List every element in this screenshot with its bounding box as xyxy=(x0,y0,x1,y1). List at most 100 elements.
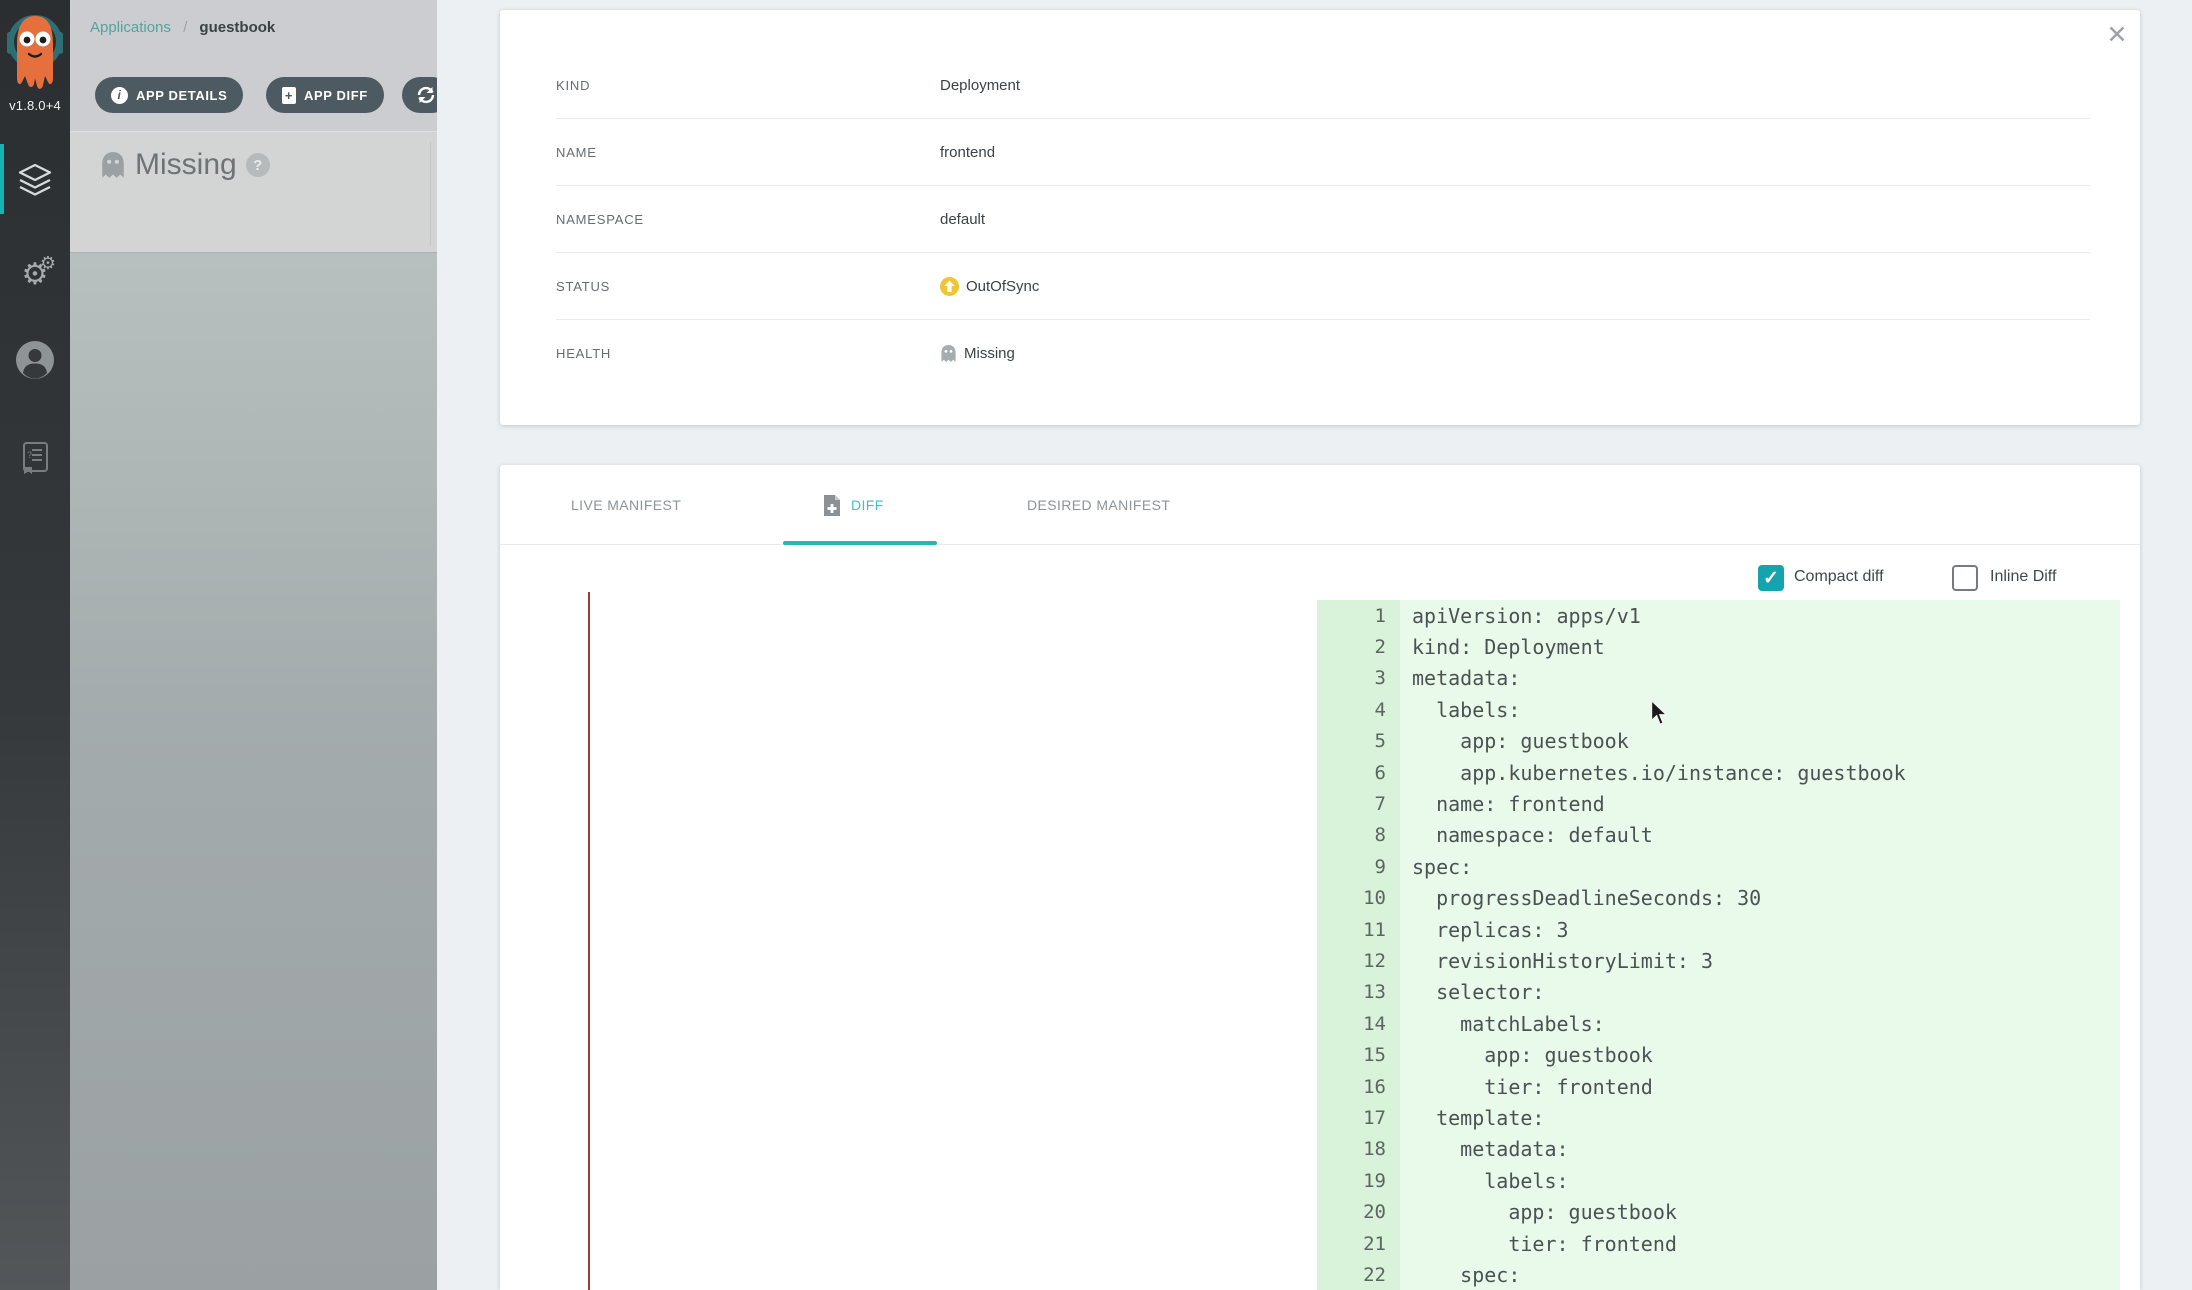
row-label: STATUS xyxy=(556,279,940,294)
diff-line: 7 name: frontend xyxy=(1317,788,2120,819)
sync-icon xyxy=(415,84,437,106)
diff-line: 21 tier: frontend xyxy=(1317,1228,2120,1259)
line-number: 2 xyxy=(1317,636,1400,658)
line-content: app.kubernetes.io/instance: guestbook xyxy=(1400,761,1906,785)
argocd-screen: v1.8.0+4 ⚙ ⚙ ? xyxy=(0,0,2192,1290)
breadcrumb: Applications / guestbook xyxy=(90,19,275,36)
tab-label: DESIRED MANIFEST xyxy=(1027,497,1170,513)
mouse-cursor xyxy=(1650,700,1668,726)
version-label: v1.8.0+4 xyxy=(0,98,70,113)
sidebar-item-settings[interactable]: ⚙ ⚙ xyxy=(0,252,70,296)
info-icon: i xyxy=(111,87,128,104)
diff-line: 5 app: guestbook xyxy=(1317,726,2120,757)
inline-diff-checkbox[interactable] xyxy=(1952,565,1978,591)
line-content: metadata: xyxy=(1400,666,1520,690)
line-content: labels: xyxy=(1400,1169,1569,1193)
sidebar-item-user[interactable] xyxy=(0,340,70,380)
background-content-area xyxy=(70,253,437,1290)
app-details-button[interactable]: i APP DETAILS xyxy=(95,77,243,113)
inline-diff-label: Inline Diff xyxy=(1990,568,2056,586)
row-value: Missing xyxy=(940,344,1015,363)
diff-line: 19 labels: xyxy=(1317,1165,2120,1196)
app-details-label: APP DETAILS xyxy=(136,88,227,103)
summary-row-health: HEALTH Missing xyxy=(556,320,2090,387)
background-page: Applications / guestbook i APP DETAILS +… xyxy=(70,0,437,1290)
line-number: 16 xyxy=(1317,1076,1400,1098)
line-content: namespace: default xyxy=(1400,823,1653,847)
argo-logo xyxy=(7,6,63,98)
app-health-status: Missing xyxy=(135,148,237,182)
line-number: 4 xyxy=(1317,699,1400,721)
row-value: OutOfSync xyxy=(940,277,1039,296)
layers-icon xyxy=(15,160,55,200)
diff-line: 20 app: guestbook xyxy=(1317,1196,2120,1227)
line-content: metadata: xyxy=(1400,1137,1569,1161)
sidebar: v1.8.0+4 ⚙ ⚙ ? xyxy=(0,0,70,1290)
sidebar-item-applications[interactable] xyxy=(0,158,70,202)
line-content: app: guestbook xyxy=(1400,1043,1653,1067)
summary-row-status: STATUS OutOfSync xyxy=(556,253,2090,320)
row-label: NAMESPACE xyxy=(556,212,940,227)
line-content: progressDeadlineSeconds: 30 xyxy=(1400,886,1761,910)
diff-line: 6 app.kubernetes.io/instance: guestbook xyxy=(1317,757,2120,788)
line-content: app: guestbook xyxy=(1400,729,1629,753)
diff-line: 10 progressDeadlineSeconds: 30 xyxy=(1317,883,2120,914)
diff-options: ✓ Compact diff Inline Diff xyxy=(500,565,2140,593)
tab-desired-manifest[interactable]: DESIRED MANIFEST xyxy=(1027,465,1170,545)
diff-line: 18 metadata: xyxy=(1317,1134,2120,1165)
sidebar-item-docs[interactable]: ? xyxy=(0,438,70,478)
line-number: 22 xyxy=(1317,1264,1400,1286)
file-diff-icon: + xyxy=(282,87,296,104)
line-content: spec: xyxy=(1400,1263,1520,1287)
breadcrumb-applications[interactable]: Applications xyxy=(90,19,171,36)
line-number: 6 xyxy=(1317,762,1400,784)
diff-line: 14 matchLabels: xyxy=(1317,1008,2120,1039)
line-number: 20 xyxy=(1317,1201,1400,1223)
close-icon[interactable]: ✕ xyxy=(2100,18,2134,52)
diff-removed-marker xyxy=(588,592,590,1290)
diff-line: 11 replicas: 3 xyxy=(1317,914,2120,945)
line-content: revisionHistoryLimit: 3 xyxy=(1400,949,1713,973)
panel-divider xyxy=(430,142,431,246)
help-icon[interactable]: ? xyxy=(246,153,270,177)
line-content: name: frontend xyxy=(1400,792,1605,816)
row-value: Deployment xyxy=(940,77,1020,94)
summary-table: KIND Deployment NAME frontend NAMESPACE … xyxy=(500,52,2140,387)
line-content: tier: frontend xyxy=(1400,1232,1677,1256)
user-icon xyxy=(15,340,55,380)
line-content: tier: frontend xyxy=(1400,1075,1653,1099)
line-number: 9 xyxy=(1317,856,1400,878)
row-label: KIND xyxy=(556,78,940,93)
app-diff-button[interactable]: + APP DIFF xyxy=(266,77,384,113)
resource-summary-card: ✕ KIND Deployment NAME frontend NAMESPAC… xyxy=(500,10,2140,425)
sync-button[interactable] xyxy=(402,77,437,113)
diff-line: 1apiVersion: apps/v1 xyxy=(1317,600,2120,631)
line-content: spec: xyxy=(1400,855,1472,879)
tab-live-manifest[interactable]: LIVE MANIFEST xyxy=(571,465,681,545)
line-number: 15 xyxy=(1317,1044,1400,1066)
diff-line: 3metadata: xyxy=(1317,663,2120,694)
line-content: apiVersion: apps/v1 xyxy=(1400,604,1641,628)
tab-diff[interactable]: DIFF xyxy=(822,465,884,545)
breadcrumb-separator: / xyxy=(183,19,187,36)
out-of-sync-icon xyxy=(940,277,959,296)
line-number: 5 xyxy=(1317,730,1400,752)
diff-line: 12 revisionHistoryLimit: 3 xyxy=(1317,945,2120,976)
summary-row-name: NAME frontend xyxy=(556,119,2090,186)
compact-diff-checkbox[interactable]: ✓ xyxy=(1758,565,1784,591)
compact-diff-label: Compact diff xyxy=(1794,568,1884,586)
manifest-card: LIVE MANIFEST DIFF DESIRED MANIFEST xyxy=(500,465,2140,1290)
line-number: 17 xyxy=(1317,1107,1400,1129)
line-number: 21 xyxy=(1317,1233,1400,1255)
tab-label: LIVE MANIFEST xyxy=(571,497,681,513)
line-number: 3 xyxy=(1317,667,1400,689)
tab-label: DIFF xyxy=(851,497,884,513)
summary-row-namespace: NAMESPACE default xyxy=(556,186,2090,253)
line-number: 14 xyxy=(1317,1013,1400,1035)
line-content: app: guestbook xyxy=(1400,1200,1677,1224)
diff-line: 22 spec: xyxy=(1317,1259,2120,1290)
line-number: 1 xyxy=(1317,605,1400,627)
svg-text:?: ? xyxy=(27,450,32,460)
diff-line: 17 template: xyxy=(1317,1102,2120,1133)
line-number: 12 xyxy=(1317,950,1400,972)
